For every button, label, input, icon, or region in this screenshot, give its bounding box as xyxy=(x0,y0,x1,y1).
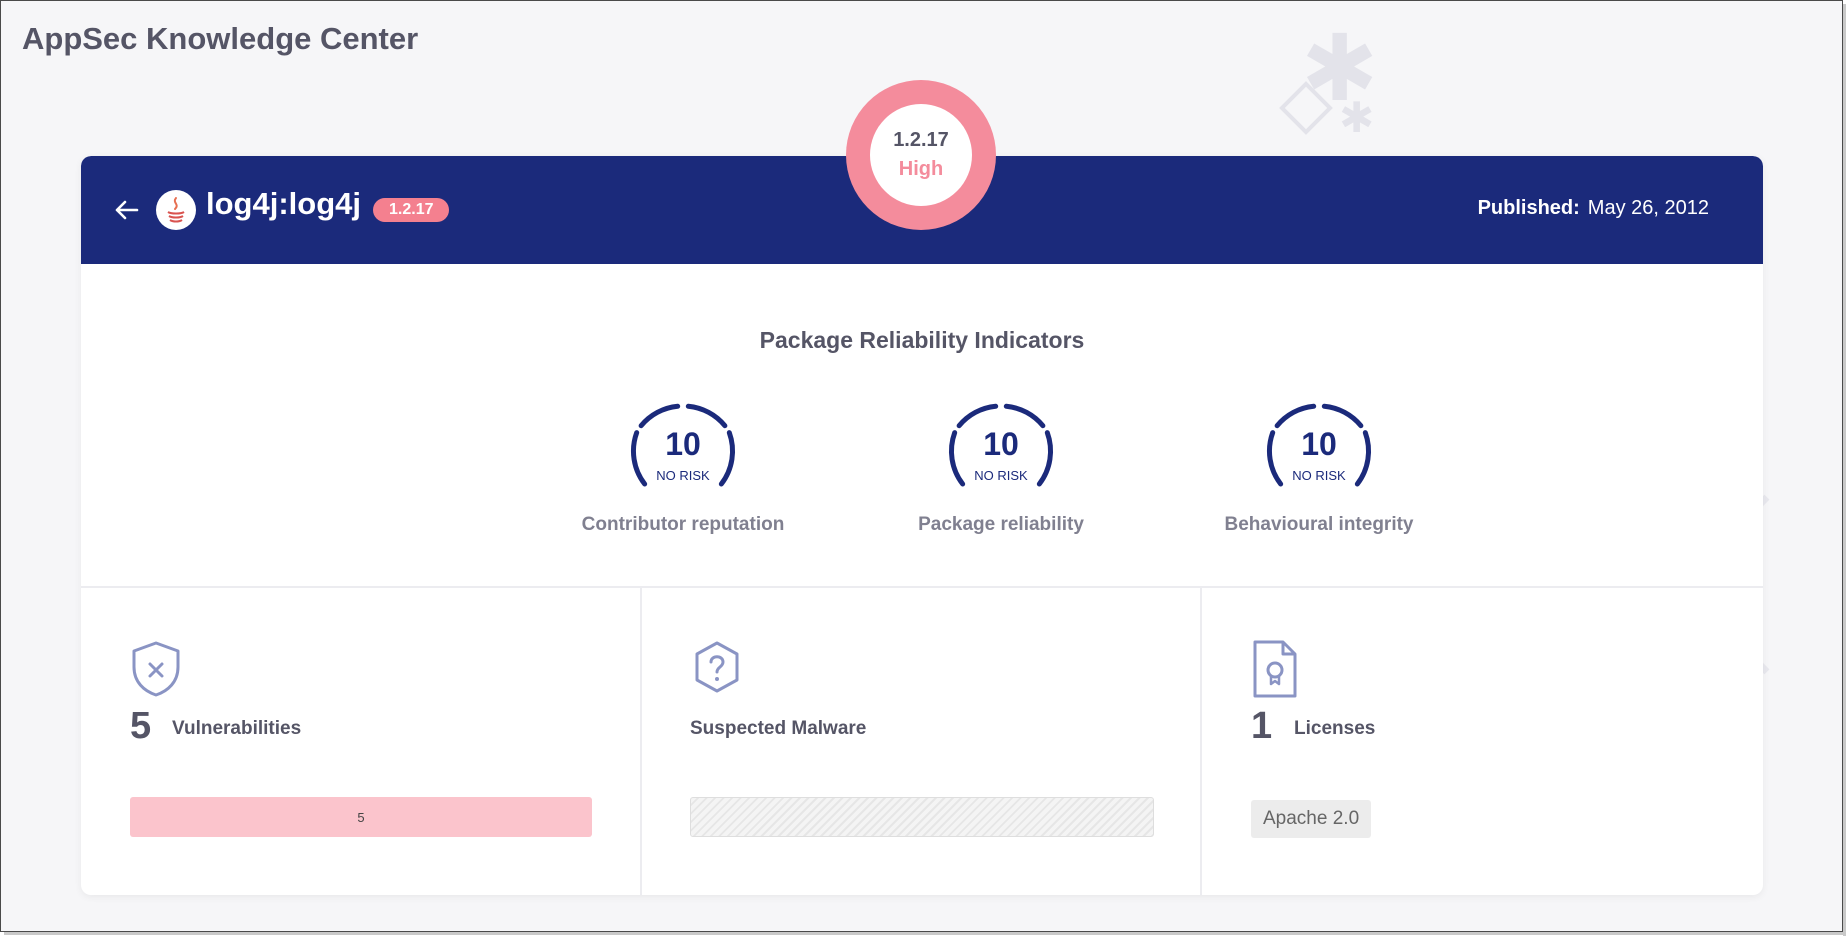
gauge-score: 10 xyxy=(1301,426,1337,462)
published-info: Published: May 26, 2012 xyxy=(1478,197,1709,220)
licenses-count: 1 xyxy=(1251,705,1273,747)
shield-x-icon xyxy=(132,641,180,697)
licenses-label: Licenses xyxy=(1294,718,1376,739)
gauge-package-reliability: 10 NO RISK Package reliability xyxy=(876,396,1126,535)
page-title: AppSec Knowledge Center xyxy=(22,21,419,56)
published-label: Published: xyxy=(1477,197,1580,219)
malware-bar-empty xyxy=(690,797,1154,837)
vulnerabilities-count: 5 xyxy=(130,705,152,747)
reliability-title: Package Reliability Indicators xyxy=(759,327,1085,353)
published-date: May 26, 2012 xyxy=(1587,197,1709,219)
gauge-risk-label: NO RISK xyxy=(656,468,710,483)
gauge-score: 10 xyxy=(983,426,1019,462)
license-tag[interactable]: Apache 2.0 xyxy=(1251,800,1372,838)
app-window: AppSec Knowledge Center ✱ ✱ log4j:log4j … xyxy=(0,0,1843,932)
gauge-risk-label: NO RISK xyxy=(1292,468,1346,483)
severity-badge-inner: 1.2.17 High xyxy=(870,104,972,206)
gauge-title: Package reliability xyxy=(918,514,1084,535)
decorative-asterisk-small-icon: ✱ xyxy=(1339,94,1375,141)
severity-level: High xyxy=(898,158,944,180)
package-name: log4j:log4j xyxy=(206,186,361,221)
gauge-risk-label: NO RISK xyxy=(974,468,1028,483)
license-document-icon xyxy=(1253,640,1297,698)
java-logo-icon xyxy=(156,190,196,230)
vulnerabilities-bar[interactable]: 5 xyxy=(130,797,592,837)
licenses-panel: 1 Licenses Apache 2.0 xyxy=(1202,588,1763,895)
vulnerabilities-label: Vulnerabilities xyxy=(172,718,302,739)
arrow-left-icon[interactable] xyxy=(113,198,139,222)
gauge-contributor-reputation: 10 NO RISK Contributor reputation xyxy=(558,396,808,535)
malware-panel: Suspected Malware xyxy=(642,588,1200,895)
severity-version: 1.2.17 xyxy=(893,129,949,151)
gauge-title: Contributor reputation xyxy=(581,514,785,535)
question-hexagon-icon xyxy=(695,641,739,693)
gauge-behavioural-integrity: 10 NO RISK Behavioural integrity xyxy=(1194,396,1444,535)
gauge-title: Behavioural integrity xyxy=(1224,514,1414,535)
vulnerabilities-panel: 5 Vulnerabilities 5 xyxy=(81,588,640,895)
version-badge: 1.2.17 xyxy=(373,198,450,222)
malware-label: Suspected Malware xyxy=(690,718,867,739)
gauge-score: 10 xyxy=(665,426,701,462)
severity-badge: 1.2.17 High xyxy=(846,80,996,230)
window-shadow xyxy=(4,932,1846,935)
package-card: log4j:log4j 1.2.17 Published: May 26, 201… xyxy=(81,156,1763,895)
